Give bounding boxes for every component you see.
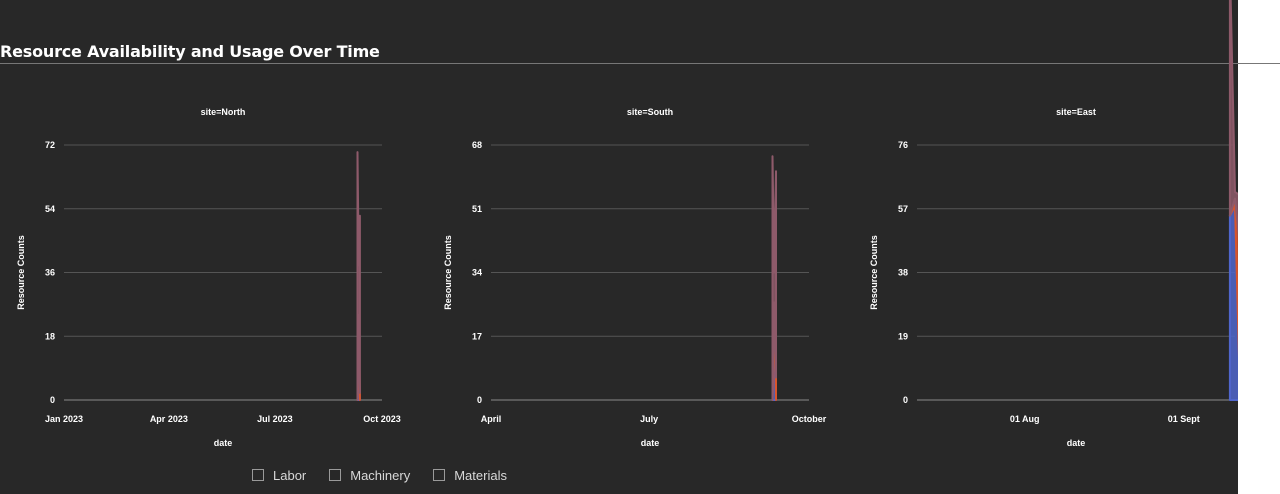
y-tick-label: 17 [472,331,482,341]
y-tick-label: 0 [477,395,482,405]
x-tick-label: Jan 2023 [45,414,83,424]
x-axis-title: date [214,438,233,448]
legend-label-labor: Labor [273,467,307,483]
legend: Labor Machinery Materials [252,466,530,484]
x-axis-title: date [641,438,660,448]
legend-checkbox-labor[interactable] [252,469,264,481]
y-tick-label: 38 [898,268,908,278]
legend-label-materials: Materials [454,467,507,483]
y-tick-label: 76 [898,140,908,150]
area-materials [356,151,361,401]
legend-item-labor[interactable]: Labor [252,468,306,483]
x-tick-label: July [640,414,658,424]
x-tick-label: Jul 2023 [257,414,293,424]
y-tick-label: 0 [903,395,908,405]
legend-checkbox-materials[interactable] [433,469,446,481]
x-tick-label: Apr 2023 [150,414,188,424]
y-axis-title: Resource Counts [443,235,453,310]
legend-checkbox-machinery[interactable] [329,469,342,481]
legend-item-materials[interactable]: Materials [433,468,507,483]
facet-title: site=East [1056,107,1096,117]
legend-item-machinery[interactable]: Machinery [329,468,410,483]
x-tick-label: 01 Sept [1168,414,1200,424]
facet-title: site=North [201,107,246,117]
y-tick-label: 72 [45,140,55,150]
y-axis-title: Resource Counts [869,235,879,310]
y-tick-label: 36 [45,268,55,278]
y-axis-title: Resource Counts [16,235,26,310]
y-tick-label: 0 [50,395,55,405]
y-tick-label: 51 [472,204,482,214]
y-tick-label: 18 [45,331,55,341]
legend-label-machinery: Machinery [350,467,411,483]
y-tick-label: 68 [472,140,482,150]
x-axis-title: date [1067,438,1086,448]
x-tick-label: 01 Aug [1010,414,1040,424]
y-tick-label: 34 [472,268,482,278]
y-tick-label: 57 [898,204,908,214]
y-tick-label: 54 [45,204,55,214]
y-tick-label: 19 [898,331,908,341]
x-tick-label: October [792,414,827,424]
facet-charts: site=North 0 18 36 54 72 Jan 2023 Apr 2023 Jul 2… [16,0,1238,448]
facet-title: site=South [627,107,673,117]
x-tick-label: April [481,414,502,424]
x-tick-label: Oct 2023 [363,414,401,424]
